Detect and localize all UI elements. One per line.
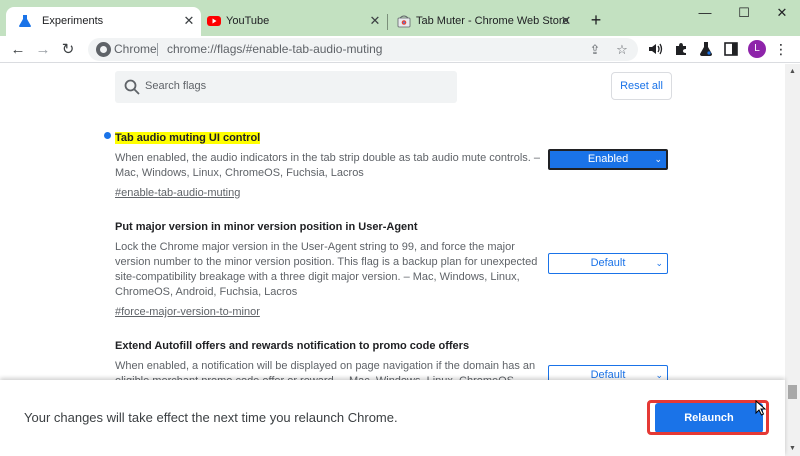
tab-youtube[interactable]: YouTube ✕ — [200, 7, 390, 36]
flask-icon — [19, 15, 31, 27]
select-value: Enabled — [587, 153, 629, 165]
menu-icon[interactable]: ⋮ — [772, 40, 790, 58]
url-text[interactable]: chrome://flags/#enable-tab-audio-muting — [167, 42, 382, 56]
chevron-down-icon: ⌄ — [655, 258, 663, 268]
maximize-button[interactable]: ☐ — [727, 2, 761, 24]
flag-anchor-link[interactable]: #enable-tab-audio-muting — [115, 187, 240, 199]
select-value: Default — [590, 369, 626, 380]
tab-title: Tab Muter - Chrome Web Store — [416, 15, 569, 27]
close-icon[interactable]: ✕ — [181, 13, 197, 29]
flag-description: Lock the Chrome major version in the Use… — [115, 241, 538, 298]
minimize-button[interactable]: — — [688, 2, 722, 24]
flag-title: Extend Autofill offers and rewards notif… — [115, 340, 470, 352]
scroll-down-icon[interactable]: ▼ — [788, 444, 797, 453]
flag-anchor-link[interactable]: #force-major-version-to-minor — [115, 306, 260, 318]
modified-indicator — [104, 132, 111, 139]
relaunch-button[interactable]: Relaunch — [655, 403, 763, 433]
tab-title: Experiments — [42, 15, 104, 27]
close-window-button[interactable]: ✕ — [765, 2, 799, 24]
flag-title: Tab audio muting UI control — [115, 132, 261, 144]
flag-state-select[interactable]: Default ⌄ — [548, 365, 668, 380]
close-icon[interactable]: ✕ — [367, 13, 383, 29]
relaunch-message: Your changes will take effect the next t… — [24, 410, 398, 425]
close-icon[interactable]: ✕ — [558, 13, 574, 29]
back-icon[interactable]: ← — [8, 40, 28, 60]
share-icon[interactable]: ⇪ — [587, 42, 603, 58]
flag-title: Put major version in minor version posit… — [115, 221, 418, 233]
search-input[interactable]: Search flags — [115, 71, 457, 103]
new-tab-button[interactable]: + — [586, 11, 606, 31]
select-value: Default — [590, 257, 626, 269]
tab-title: YouTube — [226, 15, 270, 27]
chrome-web-store-icon — [397, 15, 411, 28]
flag-item-force-major-version: Put major version in minor version posit… — [115, 217, 540, 320]
mouse-cursor-icon — [755, 400, 767, 416]
scrollbar-thumb[interactable] — [788, 385, 797, 399]
reset-all-button[interactable]: Reset all — [611, 72, 672, 100]
side-panel-icon[interactable] — [722, 40, 740, 58]
tab-tab-muter[interactable]: Tab Muter - Chrome Web Store ✕ — [390, 7, 580, 36]
flask-icon[interactable] — [697, 40, 715, 58]
youtube-icon — [207, 16, 221, 26]
flag-state-select[interactable]: Default ⌄ — [548, 253, 668, 274]
star-icon[interactable]: ☆ — [614, 42, 630, 58]
scheme-label: Chrome — [114, 42, 157, 56]
address-bar[interactable]: Chrome chrome://flags/#enable-tab-audio-… — [88, 38, 638, 61]
tab-strip: Experiments ✕ YouTube ✕ Tab Muter - Chro… — [0, 0, 800, 36]
tab-separator — [387, 14, 388, 30]
chrome-icon — [96, 42, 111, 57]
chevron-down-icon: ⌄ — [654, 154, 662, 164]
tab-muter-extension-icon[interactable] — [646, 40, 664, 58]
extensions-puzzle-icon[interactable] — [672, 40, 690, 58]
reload-icon[interactable]: ↻ — [58, 40, 78, 60]
forward-icon[interactable]: → — [33, 40, 53, 60]
flag-item-tab-audio-muting: Tab audio muting UI control When enabled… — [115, 128, 540, 201]
flags-page: Search flags Reset all Tab audio muting … — [0, 64, 785, 380]
search-icon — [124, 79, 140, 95]
relaunch-bar: Your changes will take effect the next t… — [0, 380, 785, 456]
tab-experiments[interactable]: Experiments ✕ — [6, 7, 201, 36]
scroll-up-icon[interactable]: ▲ — [788, 67, 797, 76]
flag-description: When enabled, the audio indicators in th… — [115, 152, 540, 179]
chevron-down-icon: ⌄ — [655, 370, 663, 380]
flag-item-autofill-promo: Extend Autofill offers and rewards notif… — [115, 336, 540, 380]
search-placeholder: Search flags — [145, 80, 207, 92]
divider — [157, 43, 158, 56]
flag-description: When enabled, a notification will be dis… — [115, 360, 536, 380]
avatar[interactable]: L — [748, 40, 766, 58]
flag-state-select[interactable]: Enabled ⌄ — [548, 149, 668, 170]
